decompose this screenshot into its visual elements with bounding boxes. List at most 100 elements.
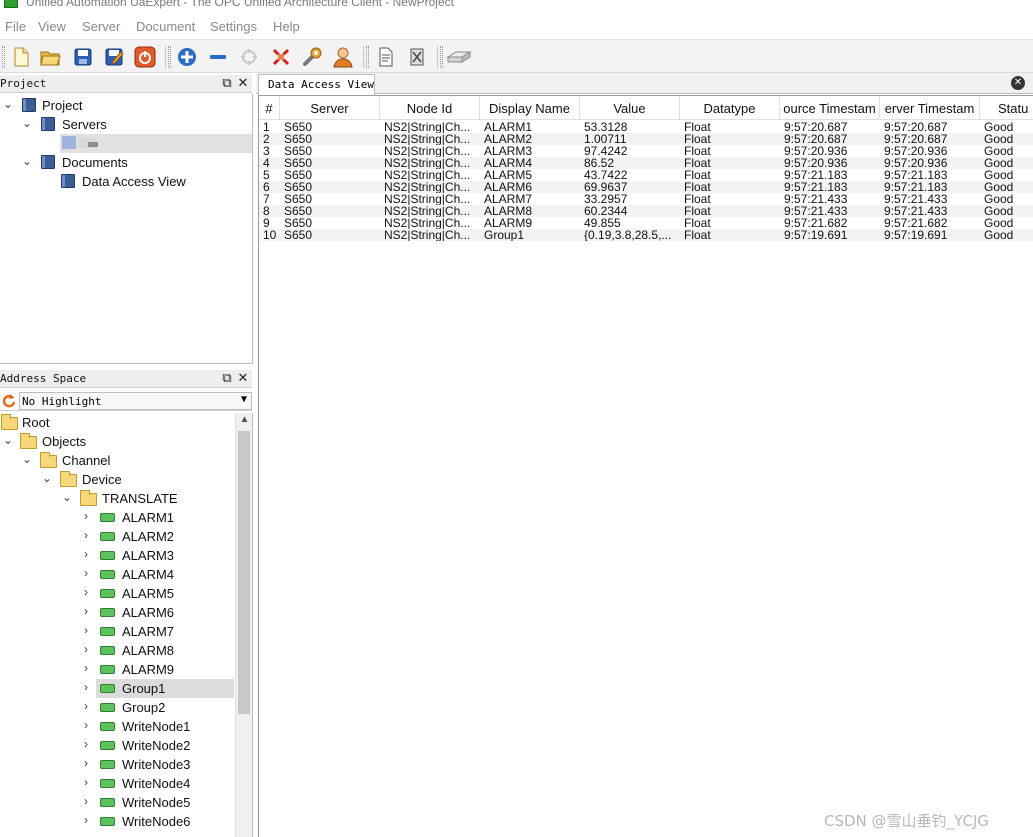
tree-item-node[interactable]: › WriteNode1 — [0, 717, 234, 736]
tree-item-data-access-view[interactable]: Data Access View — [0, 172, 250, 191]
chevron-down-icon[interactable]: ⌄ — [21, 452, 33, 466]
toolbar-grip[interactable] — [168, 46, 171, 68]
chevron-right-icon[interactable]: › — [80, 566, 92, 580]
chevron-right-icon[interactable]: › — [80, 604, 92, 618]
close-tab-icon[interactable]: ✕ — [1011, 76, 1025, 90]
tree-item-node-selected[interactable]: › Group1 — [0, 679, 234, 698]
float-panel-icon[interactable]: ⧉ — [220, 371, 234, 385]
device-icon[interactable] — [446, 44, 472, 70]
chevron-right-icon[interactable]: › — [80, 813, 92, 827]
tree-item-node[interactable]: › ALARM8 — [0, 641, 234, 660]
tree-item-documents[interactable]: ⌄ Documents — [0, 153, 250, 172]
tree-item-translate[interactable]: ⌄ TRANSLATE — [0, 489, 234, 508]
save-icon[interactable] — [70, 44, 96, 70]
chevron-down-icon[interactable]: ⌄ — [21, 154, 33, 168]
add-server-icon[interactable] — [174, 44, 200, 70]
menu-settings[interactable]: Settings — [210, 19, 257, 34]
chevron-right-icon[interactable]: › — [80, 585, 92, 599]
column-header[interactable]: Value — [580, 96, 680, 120]
tree-item-channel[interactable]: ⌄ Channel — [0, 451, 234, 470]
user-icon[interactable] — [330, 44, 356, 70]
menu-help[interactable]: Help — [273, 19, 300, 34]
tree-item-node[interactable]: › ALARM2 — [0, 527, 234, 546]
toolbar-grip[interactable] — [2, 46, 5, 68]
chevron-right-icon[interactable]: › — [80, 775, 92, 789]
chevron-right-icon[interactable]: › — [80, 680, 92, 694]
refresh-icon[interactable] — [1, 393, 16, 408]
column-header[interactable]: erver Timestam — [880, 96, 980, 120]
disconnect-icon[interactable] — [268, 44, 294, 70]
document-icon[interactable] — [373, 44, 399, 70]
menu-server[interactable]: Server — [82, 19, 120, 34]
chevron-right-icon[interactable]: › — [80, 623, 92, 637]
float-panel-icon[interactable]: ⧉ — [220, 76, 234, 90]
tree-item-servers[interactable]: ⌄ Servers — [0, 115, 250, 134]
tree-item-device[interactable]: ⌄ Device — [0, 470, 234, 489]
chevron-right-icon[interactable]: › — [80, 699, 92, 713]
delete-icon[interactable] — [404, 44, 430, 70]
save-as-icon[interactable] — [101, 44, 127, 70]
column-header[interactable]: Statu — [980, 96, 1033, 120]
table-row[interactable]: 3 S650 NS2|String|Ch... ALARM3 97.4242 Float 9… — [259, 145, 1033, 157]
chevron-down-icon[interactable]: ⌄ — [2, 433, 14, 447]
table-row[interactable]: 8 S650 NS2|String|Ch... ALARM8 60.2344 Float 9… — [259, 205, 1033, 217]
column-header[interactable]: Node Id — [380, 96, 480, 120]
column-header[interactable]: ource Timestam — [780, 96, 880, 120]
address-tree-scrollbar[interactable]: ▲ — [235, 413, 252, 837]
table-row[interactable]: 2 S650 NS2|String|Ch... ALARM2 1.00711 Float 9… — [259, 133, 1033, 145]
scroll-up-icon[interactable]: ▲ — [236, 414, 253, 428]
chevron-down-icon[interactable]: ⌄ — [2, 97, 14, 111]
remove-server-icon[interactable] — [205, 44, 231, 70]
chevron-down-icon[interactable]: ⌄ — [41, 471, 53, 485]
chevron-down-icon[interactable]: ⌄ — [21, 116, 33, 130]
tree-item-node[interactable]: › ALARM6 — [0, 603, 234, 622]
table-row[interactable]: 9 S650 NS2|String|Ch... ALARM9 49.855 Float 9:… — [259, 217, 1033, 229]
tree-item-node[interactable]: › WriteNode4 — [0, 774, 234, 793]
tree-item-node[interactable]: › ALARM7 — [0, 622, 234, 641]
new-document-icon[interactable] — [8, 44, 34, 70]
chevron-right-icon[interactable]: › — [80, 661, 92, 675]
tree-item-node[interactable]: › WriteNode5 — [0, 793, 234, 812]
column-header[interactable]: # — [259, 96, 280, 120]
chevron-right-icon[interactable]: › — [80, 547, 92, 561]
chevron-right-icon[interactable]: › — [80, 528, 92, 542]
settings-icon[interactable] — [299, 44, 325, 70]
tab-data-access-view[interactable]: Data Access View — [258, 74, 375, 95]
close-panel-icon[interactable]: ✕ — [236, 76, 250, 90]
toolbar-grip[interactable] — [440, 46, 443, 68]
chevron-down-icon[interactable]: ⌄ — [61, 490, 73, 504]
table-row[interactable]: 10 S650 NS2|String|Ch... Group1 {0.19,3.8,28… — [259, 229, 1033, 241]
table-row[interactable]: 5 S650 NS2|String|Ch... ALARM5 43.7422 Float 9… — [259, 169, 1033, 181]
tree-item-server-blurred[interactable] — [60, 134, 252, 153]
tree-item-node[interactable]: › ALARM9 — [0, 660, 234, 679]
tree-item-node[interactable]: › WriteNode3 — [0, 755, 234, 774]
menu-view[interactable]: View — [38, 19, 66, 34]
toolbar-grip[interactable] — [366, 46, 369, 68]
table-row[interactable]: 7 S650 NS2|String|Ch... ALARM7 33.2957 Float 9… — [259, 193, 1033, 205]
column-header[interactable]: Datatype — [680, 96, 780, 120]
column-header[interactable]: Display Name — [480, 96, 580, 120]
table-row[interactable]: 1 S650 NS2|String|Ch... ALARM1 53.3128 Float 9… — [259, 121, 1033, 133]
chevron-right-icon[interactable]: › — [80, 509, 92, 523]
tree-item-node[interactable]: › ALARM3 — [0, 546, 234, 565]
chevron-right-icon[interactable]: › — [80, 642, 92, 656]
power-icon[interactable] — [132, 44, 158, 70]
open-folder-icon[interactable] — [37, 44, 63, 70]
close-panel-icon[interactable]: ✕ — [236, 371, 250, 385]
tree-item-project[interactable]: ⌄ Project — [0, 96, 250, 115]
chevron-right-icon[interactable]: › — [80, 756, 92, 770]
chevron-right-icon[interactable]: › — [80, 737, 92, 751]
chevron-right-icon[interactable]: › — [80, 718, 92, 732]
tree-item-node[interactable]: › ALARM5 — [0, 584, 234, 603]
chevron-right-icon[interactable]: › — [80, 794, 92, 808]
table-row[interactable]: 6 S650 NS2|String|Ch... ALARM6 69.9637 Float 9… — [259, 181, 1033, 193]
menu-file[interactable]: File — [5, 19, 26, 34]
tree-item-node[interactable]: › WriteNode2 — [0, 736, 234, 755]
highlight-select[interactable]: No Highlight ▼ — [19, 392, 252, 410]
connect-icon[interactable] — [236, 44, 262, 70]
tree-item-root[interactable]: Root — [0, 413, 234, 432]
tree-item-node[interactable]: › ALARM1 — [0, 508, 234, 527]
scrollbar-thumb[interactable] — [238, 431, 250, 714]
tree-item-node[interactable]: › ALARM4 — [0, 565, 234, 584]
table-row[interactable]: 4 S650 NS2|String|Ch... ALARM4 86.52 Float 9:5… — [259, 157, 1033, 169]
